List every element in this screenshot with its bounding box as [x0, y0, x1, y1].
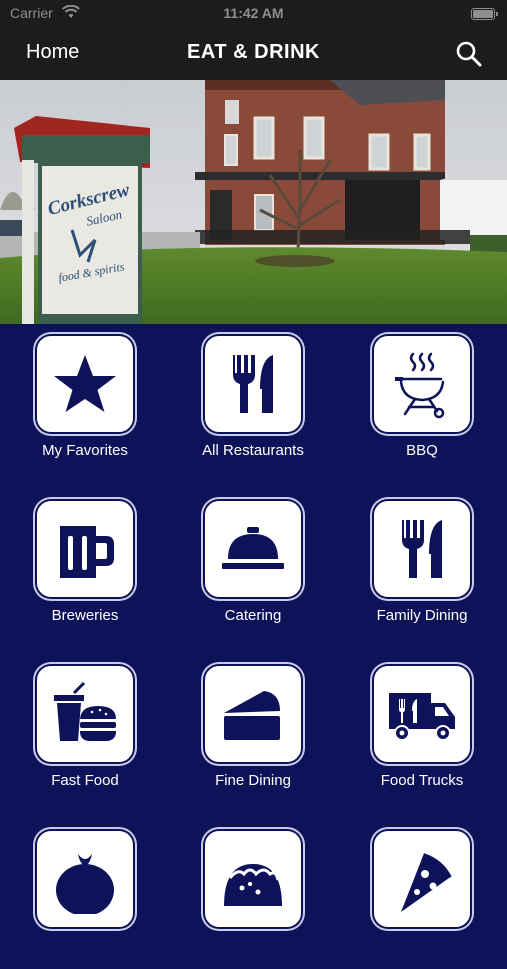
- navigation-bar: Home EAT & DRINK: [0, 28, 507, 80]
- cloche-icon: [222, 527, 284, 569]
- category-label: My Favorites: [42, 442, 128, 459]
- fork-knife-icon: [402, 520, 442, 578]
- tile-icon-box: [37, 831, 133, 927]
- grill-icon: [395, 352, 445, 419]
- category-label: BBQ: [406, 442, 438, 459]
- category-food-trucks[interactable]: Food Trucks: [337, 654, 507, 804]
- beer-mug-icon: [60, 526, 114, 578]
- category-label: Fast Food: [51, 772, 119, 789]
- status-bar: Carrier 11:42 AM: [0, 0, 507, 28]
- category-tile-row4-1[interactable]: [0, 819, 170, 969]
- taco-icon: [224, 864, 282, 906]
- tile-icon-box: [374, 831, 470, 927]
- category-label: Catering: [224, 607, 282, 624]
- tile-icon-box: [37, 666, 133, 762]
- cake-slice-icon: [224, 691, 280, 740]
- tile-icon-box: [374, 666, 470, 762]
- tile-icon-box: [205, 666, 301, 762]
- tile-icon-box: [374, 501, 470, 597]
- category-catering[interactable]: Catering: [168, 489, 338, 639]
- home-button[interactable]: Home: [26, 41, 79, 64]
- drink-burger-icon: [54, 681, 116, 741]
- category-tile-row4-3[interactable]: [337, 819, 507, 969]
- category-fast-food[interactable]: Fast Food: [0, 654, 170, 804]
- fork-knife-icon: [233, 355, 273, 413]
- tile-icon-box: [205, 831, 301, 927]
- category-grid: My Favorites All Restaurants BBQ Breweri…: [0, 324, 507, 927]
- food-truck-icon: [389, 693, 455, 741]
- battery-icon: [471, 8, 498, 20]
- category-family-dining[interactable]: Family Dining: [337, 489, 507, 639]
- category-fine-dining[interactable]: Fine Dining: [168, 654, 338, 804]
- tile-icon-box: [205, 501, 301, 597]
- category-label: Family Dining: [376, 607, 468, 624]
- category-label: All Restaurants: [202, 442, 304, 459]
- category-all-restaurants[interactable]: All Restaurants: [168, 324, 338, 474]
- category-label: Breweries: [51, 607, 119, 624]
- tile-icon-box: [37, 501, 133, 597]
- category-my-favorites[interactable]: My Favorites: [0, 324, 170, 474]
- tile-icon-box: [37, 336, 133, 432]
- tile-icon-box: [205, 336, 301, 432]
- clock: 11:42 AM: [223, 5, 284, 21]
- tile-icon-box: [374, 336, 470, 432]
- category-label: Fine Dining: [215, 772, 291, 789]
- category-breweries[interactable]: Breweries: [0, 489, 170, 639]
- hero-photo: Corkscrew Saloon food & spirits: [0, 80, 507, 324]
- search-icon[interactable]: [455, 40, 483, 68]
- category-tile-row4-2[interactable]: [168, 819, 338, 969]
- tomato-icon: [56, 854, 114, 914]
- category-bbq[interactable]: BBQ: [337, 324, 507, 474]
- star-icon: [54, 355, 116, 412]
- category-label: Food Trucks: [380, 772, 464, 789]
- pizza-icon: [401, 853, 452, 912]
